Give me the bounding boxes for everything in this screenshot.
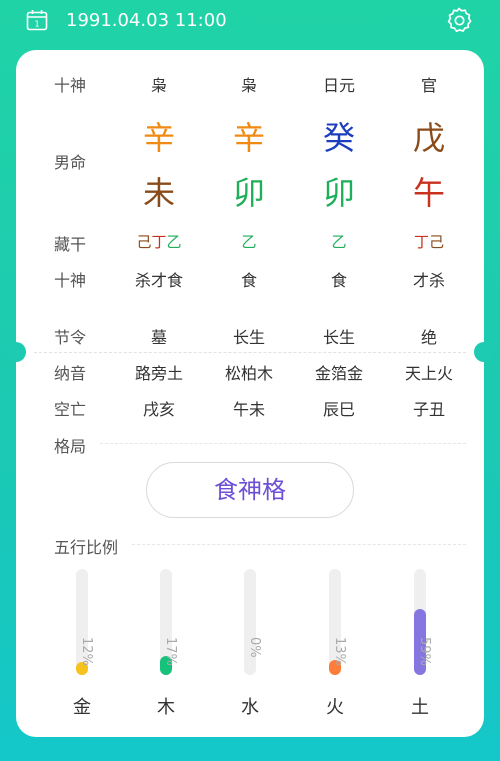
element-bar-metal: 12% 金 bbox=[52, 569, 112, 739]
jieling-hour: 绝 bbox=[420, 328, 437, 347]
shishen-hour: 官 bbox=[420, 76, 437, 95]
canggan-year-2: 丁 bbox=[151, 233, 167, 251]
element-bar-water: 0% 水 bbox=[220, 569, 280, 739]
pattern-button[interactable]: 食神格 bbox=[146, 462, 354, 518]
nayin-month: 松柏木 bbox=[224, 364, 273, 383]
canggan-month-1: 乙 bbox=[241, 233, 257, 251]
card-divider bbox=[34, 352, 466, 353]
shishen-month: 枭 bbox=[240, 76, 257, 95]
shishen-year: 枭 bbox=[150, 76, 167, 95]
canggan-hour: 丁己 bbox=[384, 231, 474, 252]
shishen2-hour: 才杀 bbox=[412, 271, 445, 290]
shishen-label: 十神 bbox=[54, 76, 87, 95]
shishen2-year: 杀才食 bbox=[134, 271, 183, 290]
element-name: 火 bbox=[326, 697, 344, 718]
percent-label: 13% bbox=[332, 637, 347, 666]
svg-text:1: 1 bbox=[34, 20, 39, 29]
element-name: 水 bbox=[241, 697, 259, 718]
geju-divider bbox=[100, 443, 466, 444]
bazi-card: 十神 枭 枭 日元 官 辛 辛 癸 戊 男命 未 卯 卯 午 藏干 己丁乙 乙 … bbox=[6, 50, 494, 739]
nayin-year: 路旁土 bbox=[134, 364, 183, 383]
card-notch-right bbox=[474, 342, 494, 362]
shishen2-day: 食 bbox=[330, 271, 347, 290]
canggan-year-3: 乙 bbox=[166, 233, 182, 251]
geju-label: 格局 bbox=[54, 437, 87, 456]
kongwang-hour: 子丑 bbox=[412, 400, 445, 419]
percent-label: 0% bbox=[247, 637, 262, 658]
nayin-hour: 天上火 bbox=[404, 364, 453, 383]
nayin-label: 纳音 bbox=[54, 364, 87, 383]
element-bar-earth: 59% 土 bbox=[390, 569, 450, 739]
card-notch-left bbox=[6, 342, 26, 362]
birth-datetime[interactable]: 1991.04.03 11:00 bbox=[66, 9, 227, 33]
shishen2-label: 十神 bbox=[54, 271, 87, 290]
kongwang-label: 空亡 bbox=[54, 400, 87, 419]
shishen2-month: 食 bbox=[240, 271, 257, 290]
canggan-hour-1: 丁 bbox=[413, 233, 429, 251]
nanming-label: 男命 bbox=[54, 153, 87, 172]
kongwang-year: 戌亥 bbox=[142, 400, 175, 419]
jieling-month: 长生 bbox=[232, 328, 265, 347]
gear-icon[interactable] bbox=[445, 6, 473, 34]
jieling-label: 节令 bbox=[54, 328, 87, 347]
nayin-day: 金箔金 bbox=[314, 364, 363, 383]
canggan-hour-2: 己 bbox=[429, 233, 445, 251]
kongwang-day: 辰巳 bbox=[322, 400, 355, 419]
zhi-month: 卯 bbox=[232, 174, 265, 212]
canggan-label: 藏干 bbox=[54, 235, 87, 254]
percent-label: 12% bbox=[79, 637, 94, 666]
canggan-day-1: 乙 bbox=[331, 233, 347, 251]
jieling-day: 长生 bbox=[322, 328, 355, 347]
canggan-day: 乙 bbox=[294, 231, 384, 252]
gan-year: 辛 bbox=[142, 119, 175, 157]
gan-day: 癸 bbox=[322, 119, 355, 157]
shishen-day: 日元 bbox=[322, 76, 355, 95]
element-name: 土 bbox=[411, 697, 429, 718]
wuxing-label: 五行比例 bbox=[54, 538, 119, 557]
zhi-day: 卯 bbox=[322, 174, 355, 212]
wuxing-divider bbox=[132, 544, 466, 545]
gan-hour: 戊 bbox=[412, 119, 445, 157]
percent-label: 17% bbox=[163, 637, 178, 666]
calendar-icon[interactable]: 1 bbox=[26, 9, 48, 31]
canggan-month: 乙 bbox=[204, 231, 294, 252]
element-name: 木 bbox=[157, 697, 175, 718]
zhi-hour: 午 bbox=[412, 174, 445, 212]
zhi-year: 未 bbox=[142, 174, 175, 212]
canggan-year: 己丁乙 bbox=[114, 231, 204, 252]
canggan-year-1: 己 bbox=[136, 233, 152, 251]
percent-label: 59% bbox=[417, 637, 432, 666]
jieling-year: 墓 bbox=[150, 328, 167, 347]
element-bar-wood: 17% 木 bbox=[136, 569, 196, 739]
top-bar: 1 1991.04.03 11:00 bbox=[0, 0, 500, 44]
element-name: 金 bbox=[73, 697, 91, 718]
element-bar-fire: 13% 火 bbox=[305, 569, 365, 739]
gan-month: 辛 bbox=[232, 119, 265, 157]
kongwang-month: 午未 bbox=[232, 400, 265, 419]
